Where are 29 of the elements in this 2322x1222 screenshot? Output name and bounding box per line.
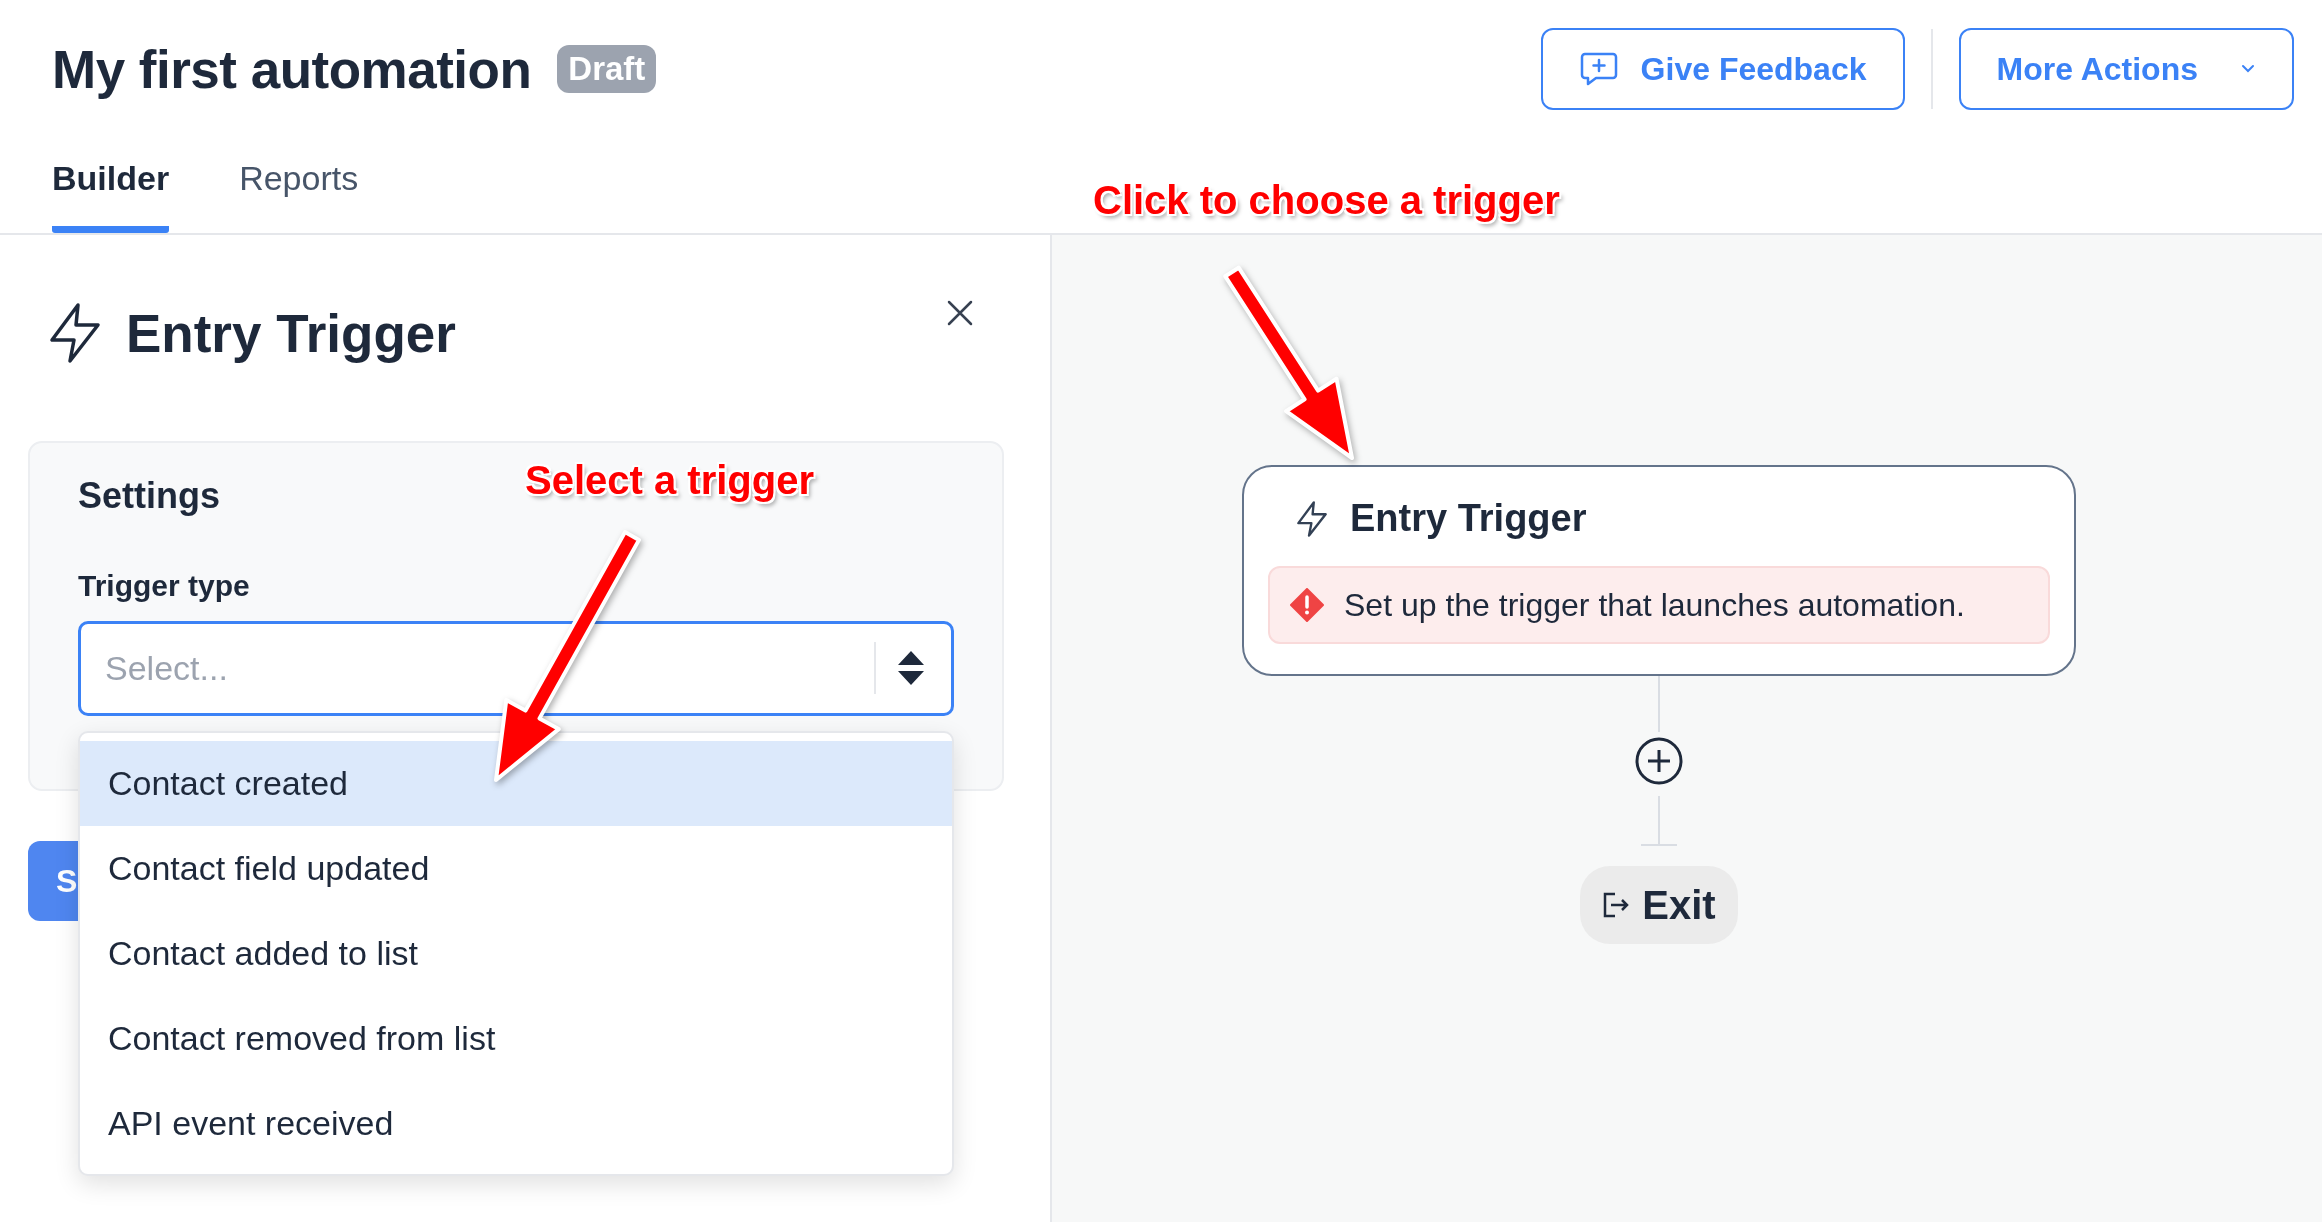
exit-icon [1602,891,1631,919]
error-banner: Set up the trigger that launches automation. [1268,566,2050,644]
chat-plus-icon [1578,51,1619,87]
exit-node[interactable]: Exit [1580,866,1738,944]
dropdown-option[interactable]: Contact removed from list [80,996,952,1081]
panel-title: Entry Trigger [126,302,456,364]
trigger-node[interactable]: Entry Trigger Set up the trigger that launches automation. [1242,465,2076,676]
feedback-button[interactable]: Give Feedback [1540,28,1905,110]
status-badge: Draft [557,45,657,93]
field-label: Trigger type [78,569,251,603]
dropdown-option[interactable]: Contact created [80,741,952,826]
annotation-text: Select a trigger [525,458,814,503]
sort-arrows-icon [896,649,926,687]
dropdown-option[interactable]: API event received [80,1081,952,1166]
settings-heading: Settings [78,475,220,517]
node-title: Entry Trigger [1350,497,1587,540]
tab[interactable]: Reports [239,159,359,233]
select-field[interactable]: Select... [78,621,954,716]
lightning-icon [1296,499,1328,538]
annotation-text: Click to choose a trigger [1093,178,1560,223]
lightning-icon [48,302,102,364]
more-actions-button[interactable]: More Actions [1958,28,2294,110]
chevron-down-icon [2240,64,2256,74]
add-step-icon[interactable] [1634,736,1684,786]
warning-icon [1290,588,1324,622]
dropdown-option[interactable]: Contact field updated [80,826,952,911]
close-icon[interactable] [946,299,974,327]
page-title: My first automation [52,38,532,100]
dropdown-option[interactable]: Contact added to list [80,911,952,996]
